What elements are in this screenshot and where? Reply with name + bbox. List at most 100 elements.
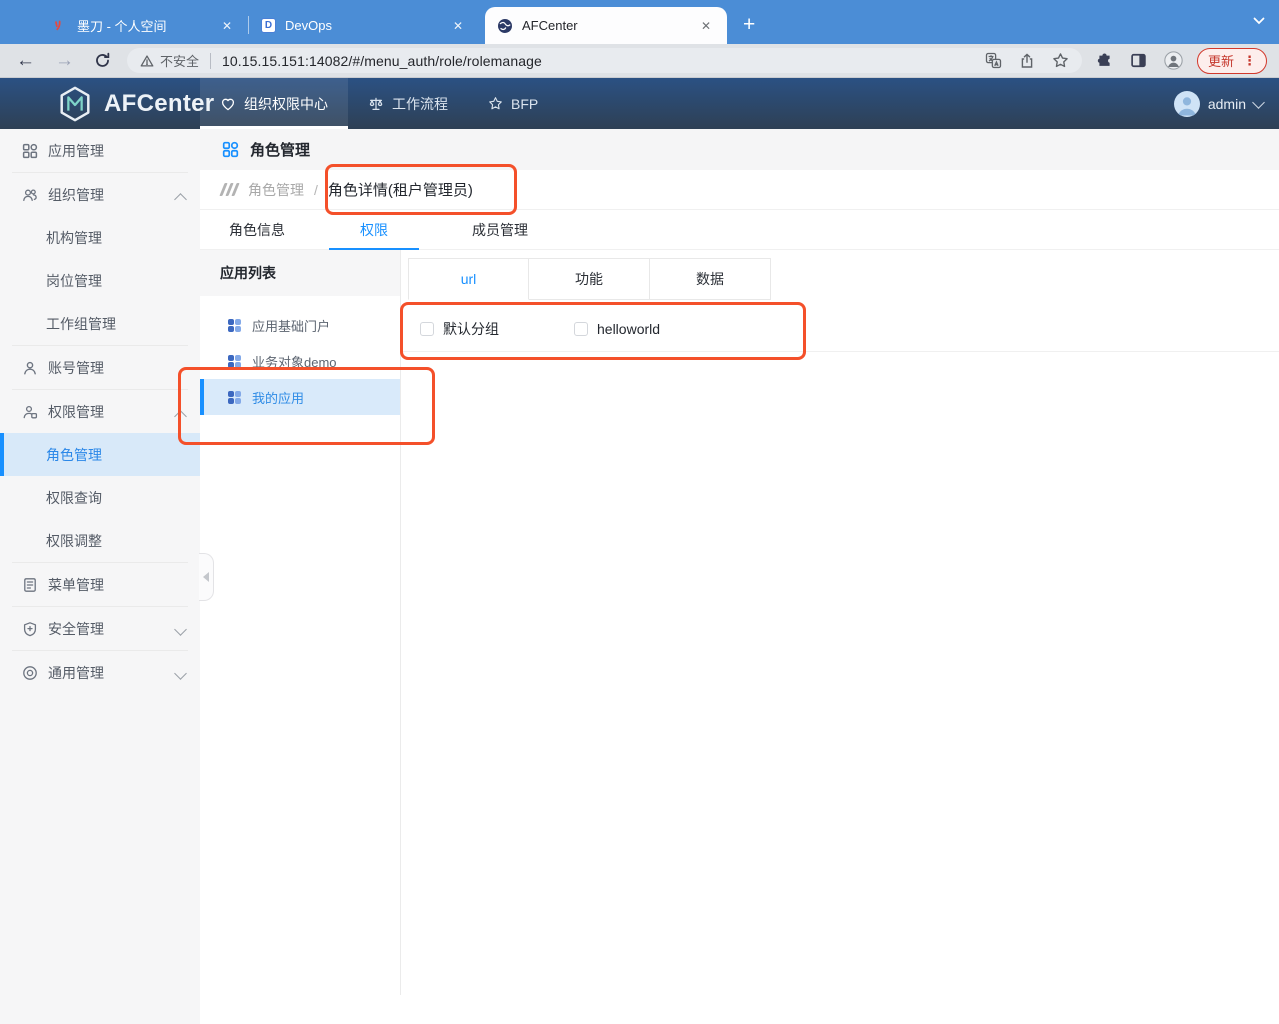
tab-permission[interactable]: 权限 bbox=[329, 210, 419, 249]
username: admin bbox=[1208, 96, 1246, 112]
sidebar-item-menu-management[interactable]: 菜单管理 bbox=[0, 563, 200, 606]
extensions-puzzle-icon[interactable] bbox=[1096, 52, 1113, 69]
translate-icon[interactable] bbox=[985, 52, 1002, 69]
new-tab-button[interactable]: + bbox=[743, 14, 755, 35]
sidebar-item-role-management[interactable]: 角色管理 bbox=[0, 433, 200, 476]
sidebar-item-position-management[interactable]: 岗位管理 bbox=[0, 259, 200, 302]
chevron-down-icon bbox=[174, 667, 187, 680]
sidebar-item-account-management[interactable]: 账号管理 bbox=[0, 346, 200, 389]
menu-dots-icon[interactable]: ⋮ bbox=[1243, 53, 1256, 69]
app-list-item-label: 应用基础门户 bbox=[252, 316, 330, 335]
back-button[interactable]: ← bbox=[16, 51, 35, 70]
browser-tab-title: 墨刀 - 个人空间 bbox=[77, 16, 209, 35]
appstore-icon bbox=[222, 141, 239, 158]
update-label: 更新 bbox=[1208, 51, 1234, 70]
app-list-item-my-app[interactable]: 我的应用 bbox=[200, 379, 400, 415]
checkbox[interactable] bbox=[574, 322, 588, 336]
app-list-item-label: 业务对象demo bbox=[252, 352, 337, 371]
nav-label: 工作流程 bbox=[392, 94, 448, 114]
nav-item-bfp[interactable]: BFP bbox=[468, 78, 558, 129]
sidebar-collapse-handle[interactable] bbox=[199, 553, 214, 601]
app-list-panel: 应用列表 应用基础门户 业务对象demo 我的应用 bbox=[200, 250, 400, 1024]
tab-member-management[interactable]: 成员管理 bbox=[459, 210, 541, 249]
sidebar-item-permission-management[interactable]: 权限管理 bbox=[0, 390, 200, 433]
tab-close-icon[interactable]: ✕ bbox=[449, 18, 467, 34]
page-title-bar: 角色管理 bbox=[200, 129, 1279, 170]
tab-role-info[interactable]: 角色信息 bbox=[225, 210, 289, 249]
sidebar-item-app-management[interactable]: 应用管理 bbox=[0, 129, 200, 172]
sidebar-item-label: 岗位管理 bbox=[46, 271, 102, 291]
mockingbot-icon bbox=[52, 18, 68, 34]
sidebar-item-label: 角色管理 bbox=[46, 445, 102, 465]
app-list-item-base-portal[interactable]: 应用基础门户 bbox=[200, 307, 400, 343]
tab-close-icon[interactable]: ✕ bbox=[218, 18, 236, 34]
tab-close-icon[interactable]: ✕ bbox=[697, 18, 715, 34]
not-secure-warning-icon[interactable] bbox=[140, 54, 154, 68]
sidebar-item-label: 工作组管理 bbox=[46, 314, 116, 334]
nav-item-org-perm-center[interactable]: 组织权限中心 bbox=[200, 78, 348, 129]
address-bar[interactable]: 不安全 10.15.15.151:14082/#/menu_auth/role/… bbox=[127, 48, 1082, 73]
nav-item-workflow[interactable]: 工作流程 bbox=[348, 78, 468, 129]
sidebar-item-label: 权限查询 bbox=[46, 488, 102, 508]
nav-label: 组织权限中心 bbox=[244, 94, 328, 114]
address-separator bbox=[210, 53, 211, 69]
perm-tab-url[interactable]: url bbox=[408, 258, 529, 300]
tab-search-chevron-icon[interactable] bbox=[1253, 17, 1265, 25]
breadcrumb-separator: / bbox=[314, 182, 318, 198]
perm-tab-function[interactable]: 功能 bbox=[529, 258, 650, 300]
sidebar-item-label: 组织管理 bbox=[48, 185, 104, 205]
logo-text: AFCenter bbox=[104, 90, 214, 118]
profile-icon[interactable] bbox=[1164, 51, 1183, 70]
checkbox-item-default-group[interactable]: 默认分组 bbox=[420, 319, 574, 339]
security-label[interactable]: 不安全 bbox=[160, 51, 199, 70]
sidebar-item-label: 权限管理 bbox=[48, 402, 104, 422]
url-text[interactable]: 10.15.15.151:14082/#/menu_auth/role/role… bbox=[222, 53, 985, 69]
permission-body: 应用列表 应用基础门户 业务对象demo 我的应用 bbox=[200, 250, 1279, 1024]
sidebar-item-security-management[interactable]: 安全管理 bbox=[0, 607, 200, 650]
perm-tab-data[interactable]: 数据 bbox=[650, 258, 771, 300]
sidebar-item-permission-adjust[interactable]: 权限调整 bbox=[0, 519, 200, 562]
sidebar-item-org-management[interactable]: 组织管理 bbox=[0, 173, 200, 216]
checkbox-label: helloworld bbox=[597, 321, 660, 337]
browser-toolbar: ← → 不安全 10.15.15.151:14082/#/menu_auth/r… bbox=[0, 44, 1279, 78]
user-menu[interactable]: admin bbox=[1174, 78, 1263, 129]
sidebar-item-label: 菜单管理 bbox=[48, 575, 104, 595]
sidebar-item-institution-management[interactable]: 机构管理 bbox=[0, 216, 200, 259]
app-icon bbox=[228, 391, 241, 404]
main-content: 角色管理 角色管理 / 角色详情(租户管理员) 角色信息 权限 成员管理 应用列… bbox=[200, 129, 1279, 1024]
sidebar-item-label: 账号管理 bbox=[48, 358, 104, 378]
checkbox-item-helloworld[interactable]: helloworld bbox=[574, 321, 728, 337]
breadcrumb-root[interactable]: 角色管理 bbox=[248, 180, 304, 200]
chevron-up-icon bbox=[174, 410, 187, 423]
app-list-header: 应用列表 bbox=[200, 250, 400, 296]
collapse-arrow-icon bbox=[203, 572, 209, 582]
share-icon[interactable] bbox=[1019, 53, 1035, 69]
breadcrumb-current: 角色详情(租户管理员) bbox=[328, 179, 473, 200]
tab-label: 成员管理 bbox=[472, 220, 528, 240]
perm-tab-label: url bbox=[461, 271, 477, 287]
permission-type-tabs: url 功能 数据 bbox=[408, 258, 1279, 300]
avatar bbox=[1174, 91, 1200, 117]
sidebar-item-workgroup-management[interactable]: 工作组管理 bbox=[0, 302, 200, 345]
document-icon bbox=[22, 577, 38, 593]
perm-tab-label: 功能 bbox=[575, 269, 603, 289]
app-list-item-business-demo[interactable]: 业务对象demo bbox=[200, 343, 400, 379]
grid-icon bbox=[22, 143, 38, 159]
browser-tab-afcenter[interactable]: AFCenter ✕ bbox=[485, 7, 727, 44]
checkbox[interactable] bbox=[420, 322, 434, 336]
people-icon bbox=[22, 187, 38, 203]
sidebar-item-label: 通用管理 bbox=[48, 663, 104, 683]
bookmark-star-icon[interactable] bbox=[1052, 52, 1069, 69]
browser-tab-mockingbot[interactable]: 墨刀 - 个人空间 ✕ bbox=[40, 7, 248, 44]
reload-button[interactable] bbox=[94, 52, 111, 69]
shield-plus-icon bbox=[22, 621, 38, 637]
browser-tab-devops[interactable]: D DevOps ✕ bbox=[249, 7, 479, 44]
forward-button[interactable]: → bbox=[55, 51, 74, 70]
sidebar-item-label: 机构管理 bbox=[46, 228, 102, 248]
sidebar-item-permission-query[interactable]: 权限查询 bbox=[0, 476, 200, 519]
sidebar: 应用管理 组织管理 机构管理 岗位管理 工作组管理 账号管理 bbox=[0, 129, 200, 1024]
sidebar-item-general-management[interactable]: 通用管理 bbox=[0, 651, 200, 694]
side-panel-icon[interactable] bbox=[1130, 52, 1147, 69]
target-icon bbox=[22, 665, 38, 681]
chrome-update-button[interactable]: 更新 ⋮ bbox=[1197, 48, 1267, 74]
